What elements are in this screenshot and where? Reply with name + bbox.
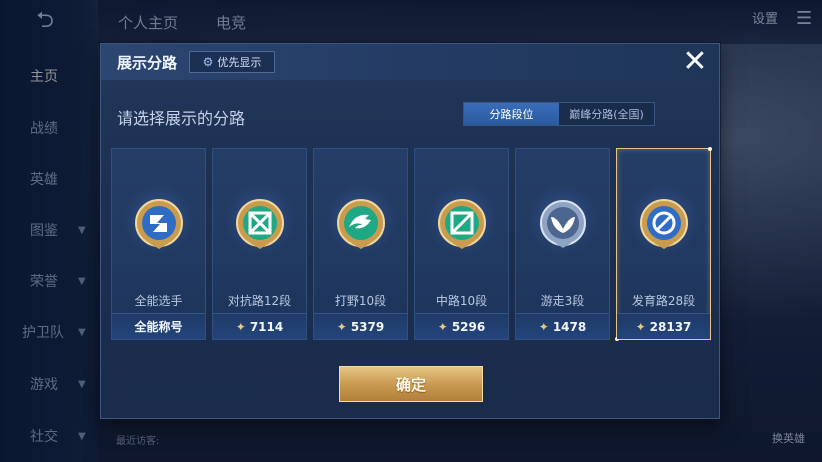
allround-badge-icon	[135, 199, 183, 249]
lane-name: 打野10段	[334, 294, 387, 308]
lane-name: 中路10段	[435, 294, 488, 308]
priority-display-button[interactable]: ⚙ 优先显示	[189, 51, 275, 73]
lane-card-roam[interactable]: 游走3段 ✦ 1478	[515, 148, 610, 340]
rank-star-icon: ✦	[336, 319, 347, 334]
rank-star-icon: ✦	[538, 319, 549, 334]
lane-footer: ✦ 28137	[617, 313, 710, 339]
roam-badge-icon	[540, 200, 586, 248]
dialog-header: 展示分路 ⚙ 优先显示 ✕	[101, 44, 719, 80]
lane-footer: ✦ 1478	[516, 313, 609, 339]
lane-footer-value: 28137	[649, 319, 692, 334]
corner-sparkle	[708, 147, 712, 151]
close-icon[interactable]: ✕	[679, 46, 711, 78]
rank-star-icon: ✦	[235, 319, 246, 334]
dialog-title: 展示分路	[117, 54, 178, 72]
rank-star-icon: ✦	[437, 319, 448, 334]
lane-name: 全能选手	[134, 294, 183, 308]
lane-card-jungle[interactable]: 打野10段 ✦ 5379	[313, 148, 408, 340]
segment-lane-rank[interactable]: 分路段位	[464, 103, 559, 125]
jungle-badge-icon	[337, 199, 385, 249]
lane-footer: ✦ 5379	[314, 313, 407, 339]
lane-card-clash[interactable]: 对抗路12段 ✦ 7114	[212, 148, 307, 340]
farm-lane-badge-icon	[640, 199, 688, 249]
lane-card-farm[interactable]: 发育路28段 ✦ 28137	[615, 147, 712, 341]
lane-footer-value: 1478	[552, 319, 587, 334]
gear-icon: ⚙	[202, 55, 214, 69]
lane-footer-value: 5296	[451, 319, 486, 334]
clash-lane-badge-icon	[236, 199, 284, 249]
lane-footer: ✦ 7114	[213, 313, 306, 339]
rank-star-icon: ✦	[635, 319, 646, 334]
lane-card-allround[interactable]: 全能选手 全能称号	[111, 148, 206, 340]
lane-display-dialog: 展示分路 ⚙ 优先显示 ✕ 请选择展示的分路 分路段位 巅峰分路(全国) 全能选…	[100, 43, 720, 419]
lane-footer-value: 5379	[350, 319, 385, 334]
lane-card-mid[interactable]: 中路10段 ✦ 5296	[414, 148, 509, 340]
priority-label: 优先显示	[217, 56, 262, 69]
lane-card-list: 全能选手 全能称号 对抗路12段 ✦ 7114 打野10段 ✦ 5379 中路1…	[111, 147, 712, 341]
lane-footer: 全能称号	[112, 313, 205, 339]
lane-name: 发育路28段	[631, 294, 696, 308]
segment-peak-lane[interactable]: 巅峰分路(全国)	[559, 103, 654, 125]
lane-footer-value: 全能称号	[134, 320, 183, 334]
lane-name: 游走3段	[540, 294, 585, 308]
mid-lane-badge-icon	[438, 199, 486, 249]
confirm-button[interactable]: 确定	[339, 366, 483, 402]
lane-footer: ✦ 5296	[415, 313, 508, 339]
dialog-subtitle: 请选择展示的分路	[117, 109, 246, 128]
lane-footer-value: 7114	[249, 319, 284, 334]
lane-mode-segmented-control: 分路段位 巅峰分路(全国)	[463, 102, 655, 126]
lane-name: 对抗路12段	[227, 294, 292, 308]
